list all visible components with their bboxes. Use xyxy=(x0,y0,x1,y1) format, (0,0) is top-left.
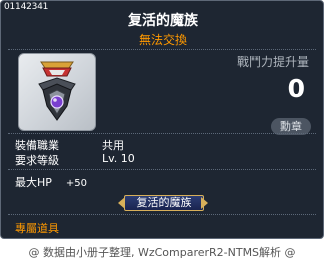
divider xyxy=(8,133,316,134)
attribute-value: 共用 xyxy=(102,139,124,152)
item-image-frame xyxy=(18,53,96,131)
item-tooltip: 01142341 复活的魔族 無法交換 戰鬥力提升量 0 勳章 裝備職業 共用 … xyxy=(0,0,324,239)
medal-icon xyxy=(38,61,76,121)
attribute-row: 要求等級 Lv. 10 xyxy=(15,152,135,168)
stat-label: 最大HP xyxy=(15,176,52,189)
stat-row: 最大HP +50 xyxy=(15,174,87,190)
trade-status: 無法交換 xyxy=(138,33,187,47)
power-label: 戰鬥力提升量 xyxy=(236,55,309,69)
attribute-value: Lv. 10 xyxy=(102,152,135,165)
item-name: 复活的魔族 xyxy=(128,13,198,29)
divider xyxy=(8,49,316,50)
exclusive-tag: 專屬道具 xyxy=(15,222,59,235)
stat-value: +50 xyxy=(65,178,88,189)
power-value: 0 xyxy=(287,74,305,103)
divider xyxy=(8,169,316,170)
set-name-plate: 复活的魔族 xyxy=(118,194,208,211)
attribute-row: 裝備職業 共用 xyxy=(15,137,124,153)
footer-credit: @ 数据由小册子整理, WzComparerR2-NTMS解析 @ xyxy=(28,246,296,259)
attribute-label: 裝備職業 xyxy=(15,139,59,152)
divider xyxy=(8,214,316,215)
attribute-label: 要求等級 xyxy=(15,154,59,167)
set-name: 复活的魔族 xyxy=(136,196,192,209)
